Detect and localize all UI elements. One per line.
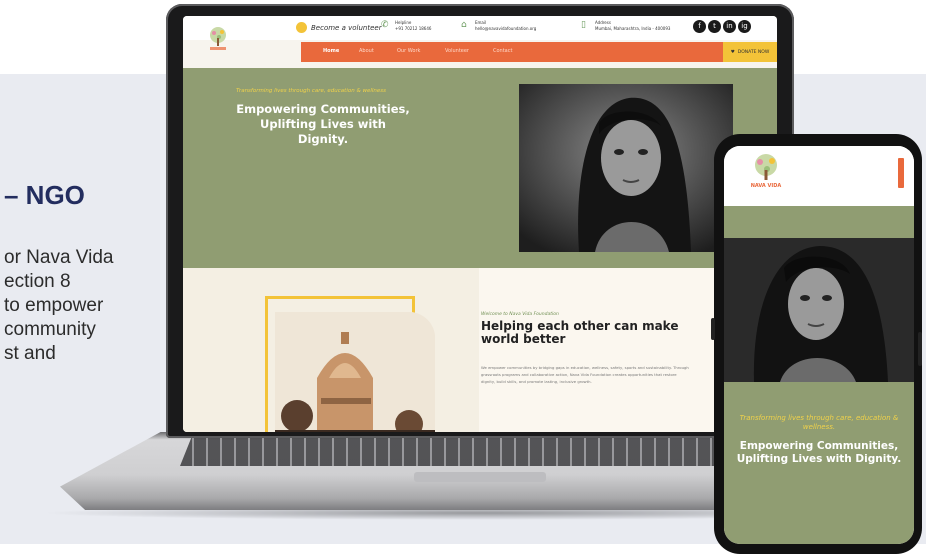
hero-photo <box>519 84 733 252</box>
tree-logo-icon[interactable] <box>207 26 229 52</box>
phone-screen: NAVA VIDA <box>724 146 914 544</box>
laptop-trackpad <box>414 472 546 482</box>
mobile-hero-tagline: Transforming lives through care, educati… <box>739 414 899 431</box>
mobile-hero-photo <box>724 238 914 382</box>
nav-contact[interactable]: Contact <box>493 48 512 54</box>
nav-home[interactable]: Home <box>323 48 339 54</box>
nav-about[interactable]: About <box>359 48 374 54</box>
phone-power-button <box>918 332 922 366</box>
girl-portrait-image <box>519 84 733 252</box>
mobile-green-strip <box>724 206 914 238</box>
mobile-menu-tab[interactable] <box>898 158 904 188</box>
temple-photo <box>275 312 435 432</box>
about-paragraph: We empower communities by bridging gaps … <box>481 365 689 384</box>
email-contact[interactable]: ⌂ Email hello@navavidafoundation.org <box>461 20 537 32</box>
mobile-hero-heading: Empowering Communities, Uplifting Lives … <box>736 440 902 465</box>
slide-description: or Nava Vida ection 8 to empower communi… <box>4 247 114 364</box>
building-icon: ▯ <box>581 20 586 30</box>
donate-button[interactable]: ♥ DONATE NOW <box>723 42 777 62</box>
girl-portrait-image <box>724 238 914 382</box>
logo-text: NAVA VIDA <box>751 183 782 189</box>
twitter-icon[interactable]: t <box>708 20 721 33</box>
address-value: Mumbai, Maharashtra, India - 400093 <box>595 26 671 31</box>
temple-image <box>275 312 435 432</box>
facebook-icon[interactable]: f <box>693 20 706 33</box>
donate-label: DONATE NOW <box>737 49 770 55</box>
mockup-stage: – NGO or Nava Vida ection 8 to empower c… <box>0 0 926 558</box>
volunteer-label: Become a volunteer <box>311 23 382 32</box>
hero-heading: Empowering Communities, Uplifting Lives … <box>236 102 410 146</box>
home-icon: ⌂ <box>461 20 467 30</box>
about-welcome: Welcome to Nava Vida Foundation <box>481 312 559 317</box>
nav-volunteer[interactable]: Volunteer <box>445 48 469 54</box>
heart-icon <box>296 22 307 33</box>
social-links: f t in ig <box>693 20 751 33</box>
phone-side-button <box>711 318 715 340</box>
volunteer-link[interactable]: Become a volunteer <box>296 22 382 33</box>
site-nav-bar: Home About Our Work Volunteer Contact ♥ … <box>301 42 777 62</box>
email-value: hello@navavidafoundation.org <box>475 26 537 31</box>
tree-logo-icon[interactable]: NAVA VIDA <box>748 152 784 194</box>
hero-tagline: Transforming lives through care, educati… <box>236 88 387 94</box>
heart-icon: ♥ <box>730 49 735 55</box>
address-contact[interactable]: ▯ Address Mumbai, Maharashtra, India - 4… <box>581 20 671 32</box>
phone-contact[interactable]: ✆ Helpline +91 70212 18646 <box>381 20 432 32</box>
about-section: Welcome to Nava Vida Foundation Helping … <box>183 268 777 432</box>
phone-value: +91 70212 18646 <box>395 26 432 31</box>
laptop-screen: Become a volunteer ✆ Helpline +91 70212 … <box>183 16 777 432</box>
instagram-icon[interactable]: ig <box>738 20 751 33</box>
laptop-keyboard <box>180 436 780 466</box>
about-heading: Helping each other can make world better <box>481 319 679 346</box>
slide-title: – NGO <box>4 180 85 210</box>
nav-our-work[interactable]: Our Work <box>397 48 420 54</box>
phone-icon: ✆ <box>381 20 389 30</box>
linkedin-icon[interactable]: in <box>723 20 736 33</box>
